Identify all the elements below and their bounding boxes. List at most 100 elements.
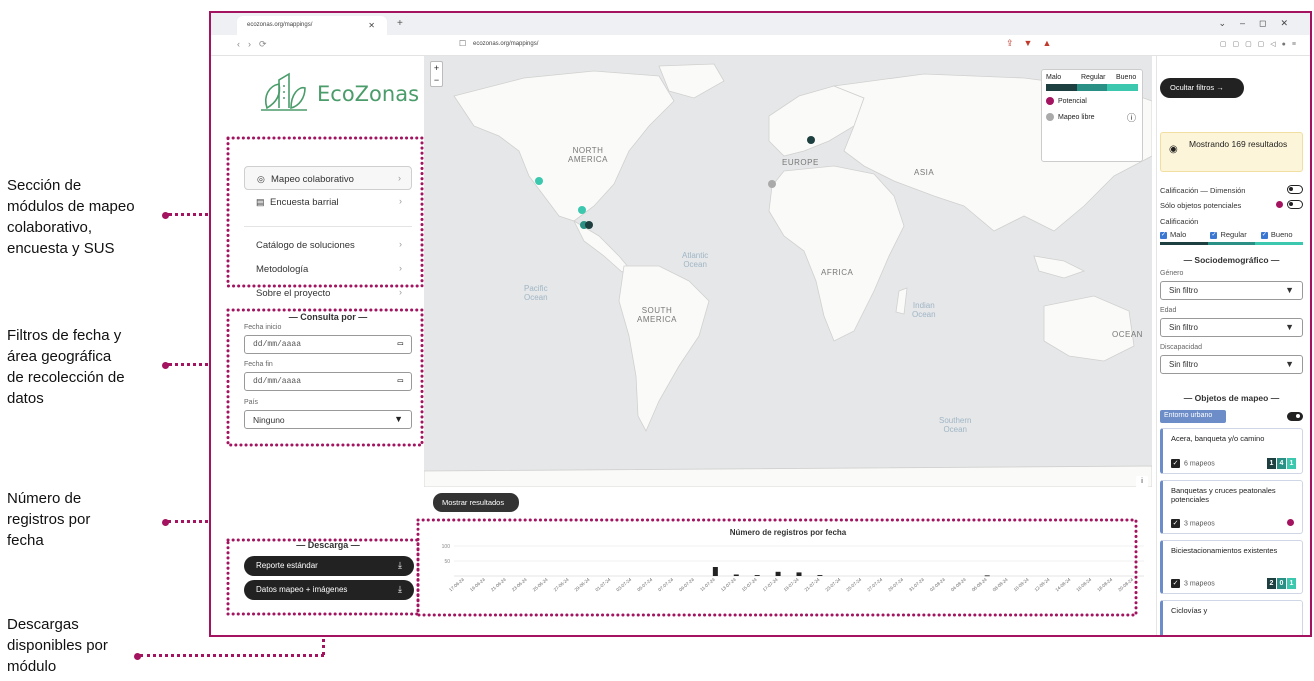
chart-xtick-label: 25-06-24 <box>532 577 549 593</box>
toolbar-icons[interactable]: ▢▢▢▢◁●≡ <box>1220 40 1302 48</box>
map-label-asia: ASIA <box>914 168 935 177</box>
map-label-indian: Indian Ocean <box>912 301 936 319</box>
chart-xtick-label: 31-07-24 <box>908 577 925 593</box>
window-controls[interactable]: ⌄–◻✕ <box>1218 18 1302 29</box>
calendar-icon[interactable]: ▭ <box>398 376 403 386</box>
checkbox-malo[interactable]: ✓ <box>1160 231 1167 239</box>
chart-xtick-label: 10-08-24 <box>1013 577 1030 593</box>
chart-bar[interactable] <box>817 575 823 576</box>
map-point[interactable] <box>768 180 776 188</box>
chart-xtick-label: 20-08-24 <box>1117 577 1134 593</box>
download-data-images-button[interactable]: Datos mapeo + imágenes ⤓ <box>244 580 414 600</box>
chart-ytick-label: 100 <box>442 544 451 550</box>
calif-dim-switch[interactable] <box>1287 185 1303 194</box>
chart-xtick-label: 23-06-24 <box>511 577 528 593</box>
grade-checkboxes: ✓ Malo ✓ Regular ✓ Bueno <box>1160 230 1293 239</box>
chart-xtick-label: 08-08-24 <box>992 577 1009 593</box>
zoom-control[interactable]: + − <box>430 61 443 87</box>
grade-color-bar <box>1160 242 1304 245</box>
chart-xtick-label: 02-08-24 <box>929 577 946 593</box>
download-icon: ⤓ <box>398 584 402 594</box>
map-label-north-america: NORTH AMERICA <box>568 146 608 164</box>
annotation-downloads: Descargas disponibles por módulo <box>7 616 108 675</box>
genero-select[interactable]: Sin filtro ▼ <box>1160 281 1303 300</box>
arrow-right-icon: → <box>1216 83 1224 92</box>
map-label-atlantic: Atlantic Ocean <box>682 251 709 269</box>
checkbox-regular[interactable]: ✓ <box>1210 231 1218 239</box>
attribution-info-icon[interactable]: i <box>1136 476 1148 487</box>
map-point[interactable] <box>535 177 543 185</box>
country-select[interactable]: Ninguno ▼ <box>244 410 412 429</box>
extension-icons[interactable]: ⇪▼▲ <box>1006 38 1061 49</box>
entorno-urbano-switch[interactable] <box>1287 412 1303 421</box>
map-point[interactable] <box>585 221 593 229</box>
start-date-input[interactable]: dd/mm/aaaa ▭ <box>244 335 412 354</box>
bookmark-icon[interactable]: ☐ <box>459 39 466 48</box>
app-screenshot: ecozonas.org/mappings/✕ + ⌄–◻✕ ‹›⟳ ☐ eco… <box>209 11 1312 637</box>
show-results-button[interactable]: Mostrar resultados <box>433 493 519 512</box>
logo-leaf-icon <box>261 72 307 111</box>
url-field[interactable]: ecozonas.org/mappings/ <box>473 41 538 47</box>
object-card[interactable]: Banquetas y cruces peatonales potenciale… <box>1160 480 1303 534</box>
chart-xtick-label: 11-07-24 <box>699 577 716 593</box>
solo-potenciales-switch[interactable] <box>1287 200 1303 209</box>
chart-xtick-label: 14-08-24 <box>1054 577 1071 593</box>
menu-item-sobre[interactable]: Sobre el proyecto › <box>244 281 412 305</box>
survey-icon: ▤ <box>256 197 265 207</box>
right-panel-scrollbar[interactable] <box>1310 56 1312 276</box>
map-point[interactable] <box>807 136 815 144</box>
discapacidad-select[interactable]: Sin filtro ▼ <box>1160 355 1303 374</box>
records-by-date-chart: 1005017-06-24 19-06-24 21-06-24 23-06-24 25-… <box>442 544 1144 593</box>
edad-label: Edad <box>1160 307 1177 314</box>
menu-item-catalogo[interactable]: Catálogo de soluciones › <box>244 233 412 257</box>
libre-dot-icon <box>1046 113 1054 121</box>
chart-xtick-label: 27-07-24 <box>866 577 883 593</box>
chart-bar[interactable] <box>984 575 990 577</box>
world-map[interactable]: + − NORTH AMERICA EUROPE ASIA AFRICA SOUTH… <box>424 56 1152 487</box>
close-tab-icon[interactable]: ✕ <box>368 21 375 30</box>
chart-xtick-label: 27-06-24 <box>553 577 570 593</box>
menu-item-encuesta[interactable]: ▤ Encuesta barrial › <box>244 190 412 214</box>
chart-xtick-label: 06-08-24 <box>971 577 988 593</box>
chart-bar[interactable] <box>733 574 739 577</box>
object-card[interactable]: Acera, banqueta y/o camino ✓ 6 mapeos 141 <box>1160 428 1303 474</box>
chart-bar[interactable] <box>775 571 781 576</box>
browser-tab[interactable]: ecozonas.org/mappings/✕ <box>237 16 387 35</box>
chart-xtick-label: 21-07-24 <box>804 577 821 593</box>
edad-select[interactable]: Sin filtro ▼ <box>1160 318 1303 337</box>
potencial-dot-icon <box>1046 97 1054 105</box>
hide-filters-button[interactable]: Ocultar filtros → <box>1160 78 1244 98</box>
check-icon[interactable]: ✓ <box>1171 459 1180 468</box>
chevron-right-icon: › <box>398 173 401 183</box>
caret-down-icon: ▼ <box>1285 322 1294 332</box>
map-point[interactable] <box>578 206 586 214</box>
right-filter-panel: Ocultar filtros → ◉ Mostrando 169 resulta… <box>1156 56 1310 635</box>
eye-icon: ◉ <box>1169 144 1178 155</box>
chart-xtick-label: 19-07-24 <box>783 577 800 593</box>
menu-divider <box>244 226 412 227</box>
download-standard-report-button[interactable]: Reporte estándar ⤓ <box>244 556 414 576</box>
chart-xtick-label: 18-08-24 <box>1096 577 1113 593</box>
ecozonas-logo[interactable]: EcoZonas <box>259 68 419 118</box>
new-tab-icon[interactable]: + <box>397 18 403 29</box>
checkbox-bueno[interactable]: ✓ <box>1260 231 1268 239</box>
potencial-dot-icon <box>1276 201 1283 208</box>
end-date-input[interactable]: dd/mm/aaaa ▭ <box>244 372 412 391</box>
chart-bar[interactable] <box>796 572 802 576</box>
nav-buttons[interactable]: ‹›⟳ <box>237 39 275 50</box>
menu-item-metodologia[interactable]: Metodología › <box>244 257 412 281</box>
object-card[interactable]: Ciclovías y <box>1160 600 1303 635</box>
potencial-dot-icon <box>1287 519 1294 526</box>
chart-bar[interactable] <box>712 567 718 576</box>
menu-item-mapeo[interactable]: ◎ Mapeo colaborativo › <box>244 166 412 190</box>
chart-xtick-label: 04-08-24 <box>950 577 967 593</box>
object-card[interactable]: Biciestacionamientos existentes ✓ 3 mapeo… <box>1160 540 1303 594</box>
discapacidad-label: Discapacidad <box>1160 344 1203 351</box>
chart-bar[interactable] <box>754 575 760 576</box>
info-icon[interactable]: ⓘ <box>1127 111 1136 124</box>
check-icon[interactable]: ✓ <box>1171 519 1180 528</box>
annotation-records: Número de registros por fecha <box>7 490 91 549</box>
entorno-urbano-tag[interactable]: Entorno urbano <box>1160 410 1226 423</box>
calendar-icon[interactable]: ▭ <box>398 339 403 349</box>
check-icon[interactable]: ✓ <box>1171 579 1180 588</box>
